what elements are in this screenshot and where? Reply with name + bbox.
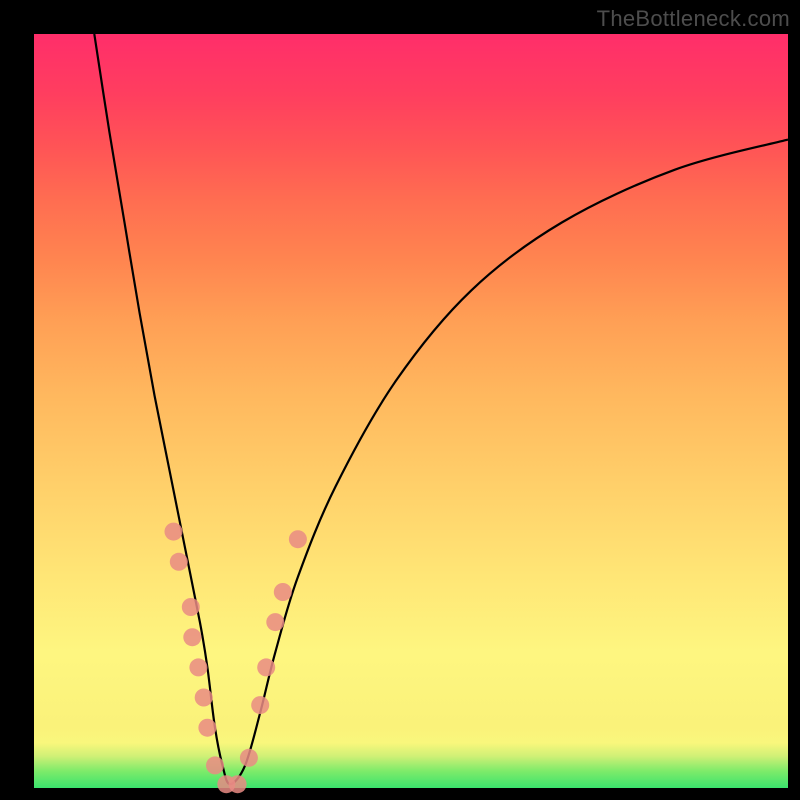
- data-marker: [274, 583, 292, 601]
- data-marker: [170, 553, 188, 571]
- data-marker: [266, 613, 284, 631]
- data-marker: [240, 749, 258, 767]
- chart-frame: TheBottleneck.com: [0, 0, 800, 800]
- data-marker: [182, 598, 200, 616]
- data-marker: [165, 523, 183, 541]
- watermark-text: TheBottleneck.com: [597, 6, 790, 32]
- data-marker: [189, 658, 207, 676]
- data-marker: [183, 628, 201, 646]
- data-marker: [289, 530, 307, 548]
- data-marker: [229, 775, 247, 793]
- data-marker: [257, 658, 275, 676]
- marker-layer: [165, 523, 307, 794]
- plot-area: [34, 34, 788, 788]
- data-marker: [198, 719, 216, 737]
- data-marker: [206, 756, 224, 774]
- data-marker: [195, 689, 213, 707]
- data-marker: [251, 696, 269, 714]
- chart-svg: [34, 34, 788, 788]
